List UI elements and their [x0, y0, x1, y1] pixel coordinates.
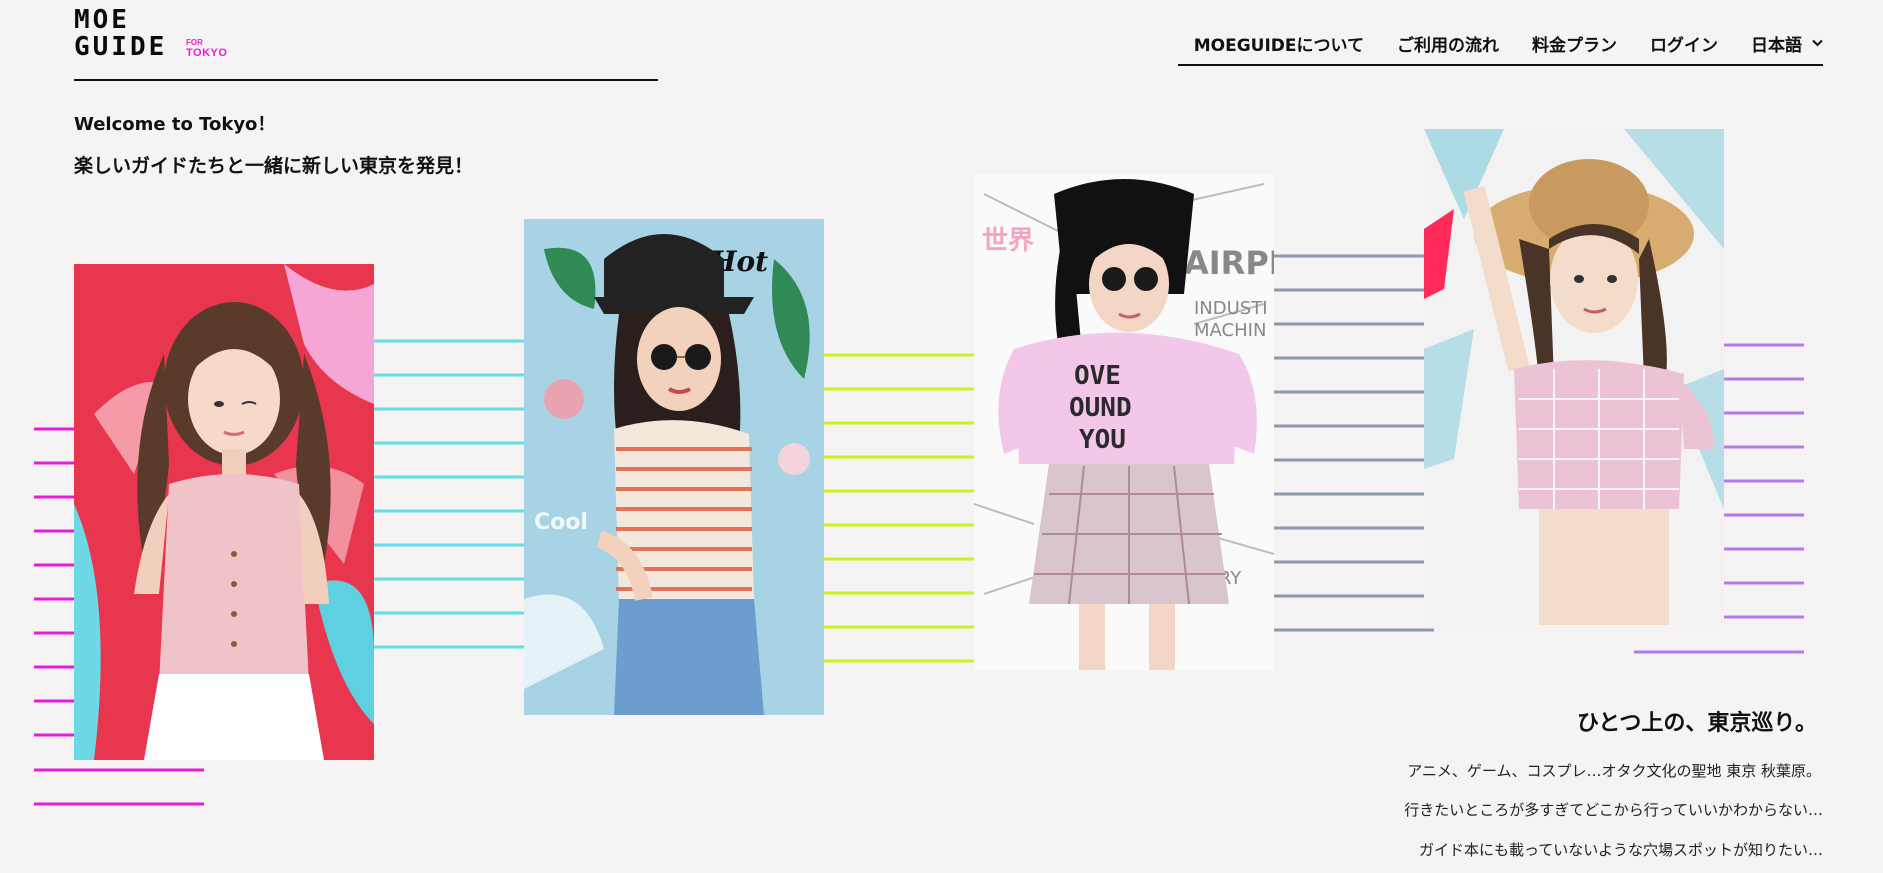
svg-text:MACHIN: MACHIN — [1194, 320, 1266, 341]
nav-item-about[interactable]: MOEGUIDEについて — [1194, 31, 1364, 56]
svg-text:YOU: YOU — [1079, 425, 1126, 455]
header-divider — [74, 79, 658, 81]
welcome-text: Welcome to Tokyo！ — [74, 114, 276, 135]
site-logo[interactable]: MOE GUIDE FOR TOKYO — [74, 7, 244, 61]
logo-for: FOR — [186, 38, 203, 47]
language-label: 日本語 — [1751, 35, 1802, 56]
nav-item-pricing[interactable]: 料金プラン — [1532, 31, 1617, 56]
main-nav: MOEGUIDEについて ご利用の流れ 料金プラン ログイン 日本語 — [1177, 22, 1823, 66]
guide-photo-2[interactable]: Hot Cool — [524, 219, 824, 715]
nav-item-flow[interactable]: ご利用の流れ — [1397, 31, 1499, 56]
svg-text:Cool: Cool — [534, 510, 588, 535]
logo-city: TOKYO — [186, 47, 228, 59]
guide-photo-1[interactable] — [74, 264, 374, 760]
nav-item-login[interactable]: ログイン — [1650, 31, 1718, 56]
svg-text:OUND: OUND — [1069, 393, 1132, 423]
svg-text:INDUSTI: INDUSTI — [1194, 298, 1268, 319]
hero-tagline: 楽しいガイドたちと一緒に新しい東京を発見！ — [74, 155, 474, 177]
logo-line-1: MOE — [74, 5, 130, 35]
guide-photo-3[interactable]: 世界 AIRPL INDUSTI MACHIN NERY OVE OUND YO… — [974, 174, 1274, 670]
language-selector[interactable]: 日本語 — [1751, 31, 1823, 56]
guide-photo-4[interactable] — [1424, 129, 1724, 625]
intro-line-1: アニメ、ゲーム、コスプレ…オタク文化の聖地 東京 秋葉原。 — [1407, 762, 1821, 780]
intro-line-2: 行きたいところが多すぎてどこから行っていいかわからない… — [1404, 801, 1823, 819]
intro-line-3: ガイド本にも載っていないような穴場スポットが知りたい… — [1419, 841, 1823, 859]
svg-text:世界: 世界 — [982, 226, 1034, 256]
svg-text:OVE: OVE — [1074, 361, 1121, 391]
svg-text:AIRPL: AIRPL — [1184, 244, 1274, 282]
chevron-down-icon — [1812, 36, 1823, 50]
intro-title: ひとつ上の、東京巡り。 — [1576, 711, 1817, 736]
logo-line-2: GUIDE — [74, 32, 168, 62]
